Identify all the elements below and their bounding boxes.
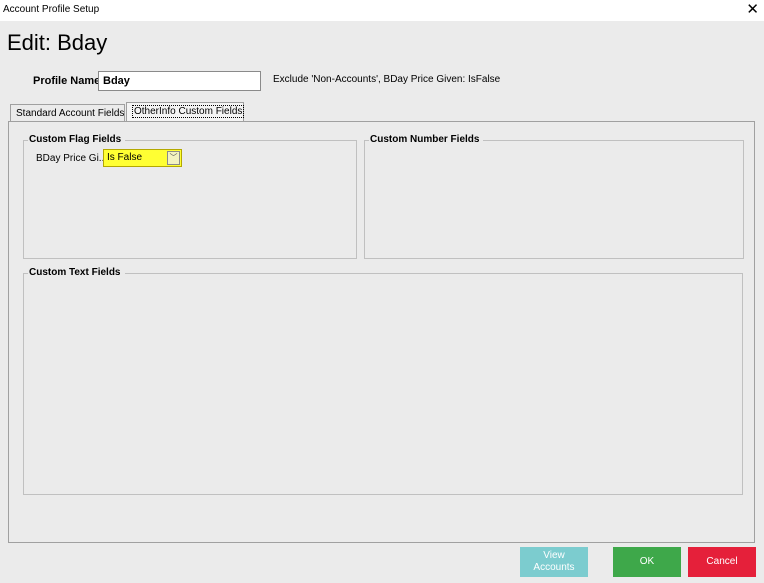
select-value: Is False [107,152,143,163]
custom-number-fields-group: Custom Number Fields [364,134,744,259]
view-button-line2: Accounts [533,562,575,573]
view-accounts-button[interactable]: View Accounts [520,547,588,577]
ok-button[interactable]: OK [613,547,681,577]
window-title: Account Profile Setup [3,4,100,15]
chevron-down-icon[interactable]: ﹀ [167,151,180,165]
bday-price-given-select[interactable]: Is False ﹀ [103,149,182,167]
profile-name-input[interactable] [98,71,261,91]
tab-label: OtherInfo Custom Fields [132,105,245,118]
tab-label: Standard Account Fields [16,108,125,119]
view-button-line1: View [543,550,565,561]
custom-text-fields-group: Custom Text Fields [23,267,743,495]
close-icon[interactable]: ✕ [746,1,759,19]
page-title: Edit: Bday [7,30,108,55]
profile-summary-text: Exclude 'Non-Accounts', BDay Price Given… [273,74,501,85]
group-legend: Custom Flag Fields [28,134,126,145]
cancel-button[interactable]: Cancel [688,547,756,577]
tab-standard-account-fields[interactable]: Standard Account Fields [10,104,125,122]
tab-otherinfo-custom-fields[interactable]: OtherInfo Custom Fields [126,102,245,122]
group-legend: Custom Text Fields [28,267,125,278]
title-bar: Account Profile Setup ✕ [0,0,764,21]
bday-price-given-label: BDay Price Gi... [36,153,108,164]
profile-name-label: Profile Name: [33,75,104,87]
group-legend: Custom Number Fields [369,134,484,145]
